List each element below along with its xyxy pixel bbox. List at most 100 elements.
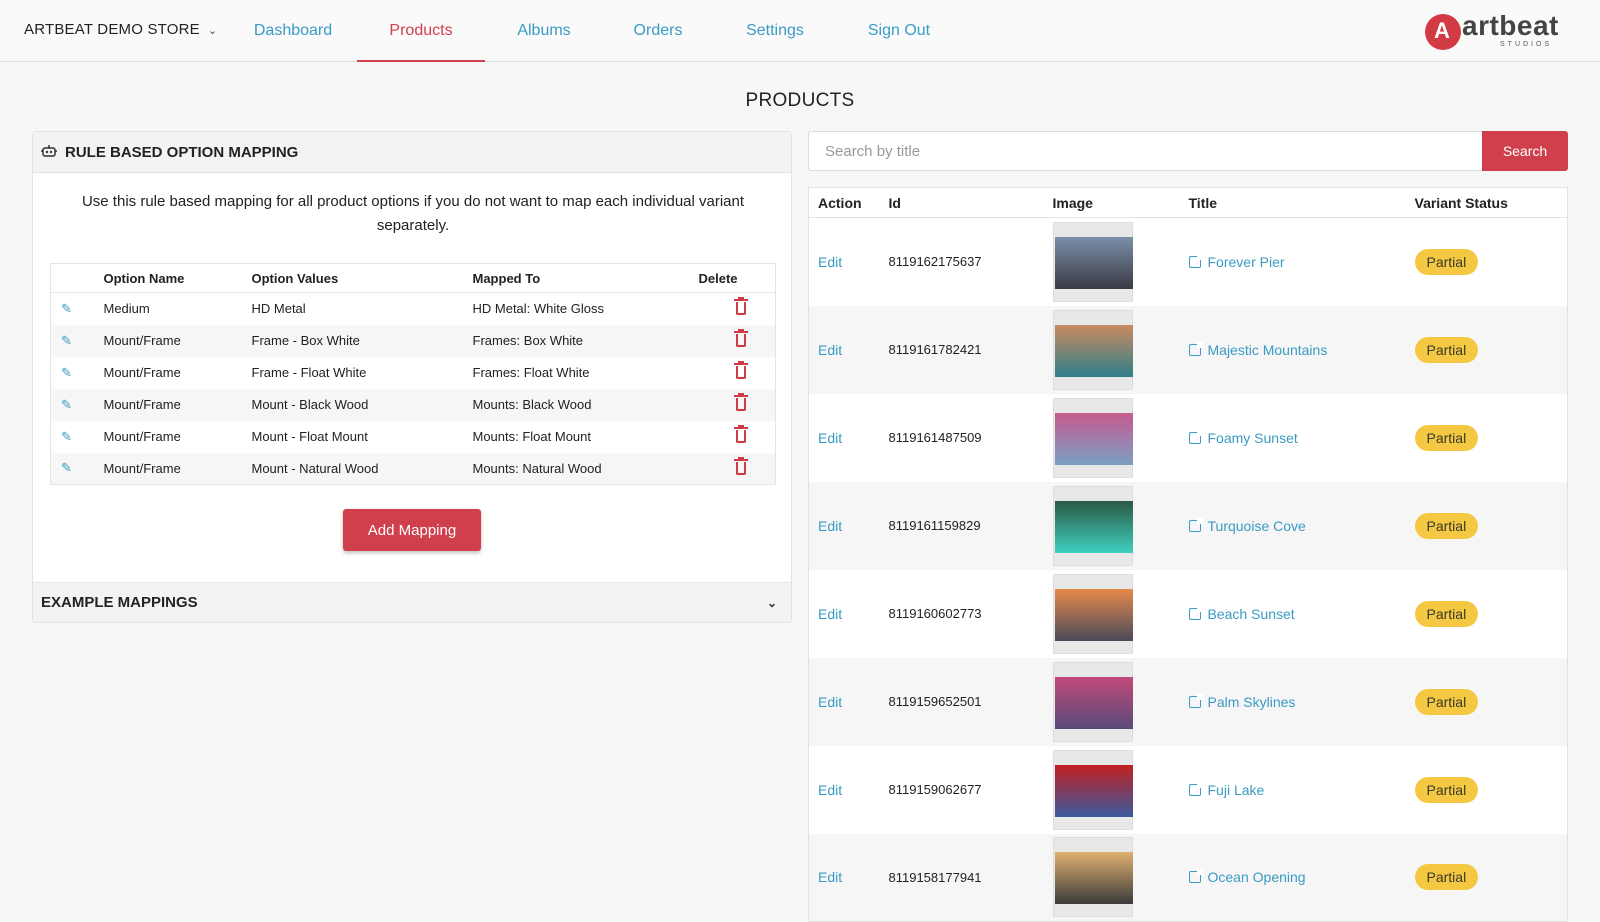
tab-sign-out[interactable]: Sign Out bbox=[858, 0, 940, 62]
product-title-link[interactable]: Ocean Opening bbox=[1188, 869, 1306, 886]
edit-link[interactable]: Edit bbox=[809, 342, 842, 358]
logo-subtext: STUDIOS bbox=[1500, 41, 1553, 48]
option-name: Mount/Frame bbox=[103, 365, 181, 380]
top-nav: ARTBEAT DEMO STORE ⌄ Dashboard Products A… bbox=[0, 0, 1600, 62]
products-header-row: Action Id Image Title Variant Status bbox=[808, 187, 1568, 218]
product-row: Edit 8119161487509 Foamy Sunset Partial bbox=[809, 394, 1568, 482]
product-thumbnail[interactable] bbox=[1052, 837, 1133, 918]
product-id: 8119161159829 bbox=[888, 481, 1053, 570]
trash-icon[interactable] bbox=[733, 329, 748, 348]
edit-link[interactable]: Edit bbox=[809, 518, 842, 534]
product-title-link[interactable]: Palm Skylines bbox=[1188, 693, 1296, 710]
product-title: Beach Sunset bbox=[1207, 605, 1295, 622]
external-link-icon bbox=[1188, 341, 1203, 356]
edit-link[interactable]: Edit bbox=[809, 430, 842, 446]
product-title-link[interactable]: Majestic Mountains bbox=[1188, 341, 1327, 358]
pencil-icon[interactable]: ✎ bbox=[51, 397, 72, 412]
add-mapping-button[interactable]: Add Mapping bbox=[343, 509, 481, 551]
mapped-to: Mounts: Black Wood bbox=[472, 388, 699, 421]
mapped-to: Mounts: Float Mount bbox=[472, 429, 592, 444]
pencil-icon[interactable]: ✎ bbox=[51, 429, 72, 444]
logo-text: artbeat bbox=[1462, 10, 1559, 41]
status-badge: Partial bbox=[1414, 600, 1479, 627]
edit-link[interactable]: Edit bbox=[809, 782, 842, 798]
tab-orders[interactable]: Orders bbox=[618, 0, 698, 62]
option-name: Mount/Frame bbox=[103, 388, 252, 421]
product-thumbnail[interactable] bbox=[1052, 309, 1133, 390]
option-name: Mount/Frame bbox=[103, 452, 252, 485]
trash-icon[interactable] bbox=[733, 425, 748, 444]
external-link-icon bbox=[1188, 869, 1203, 884]
tab-dashboard[interactable]: Dashboard bbox=[238, 0, 348, 62]
col-option-values: Option Values bbox=[251, 263, 473, 293]
option-value: Frame - Box White bbox=[251, 324, 473, 357]
edit-col-header bbox=[50, 263, 104, 293]
edit-link[interactable]: Edit bbox=[809, 254, 842, 270]
artbeat-logo: A artbeat STUDIOS bbox=[1425, 10, 1580, 52]
tab-products[interactable]: Products bbox=[357, 0, 485, 62]
tab-albums[interactable]: Albums bbox=[500, 0, 588, 62]
product-row: Edit 8119159652501 Palm Skylines Partial bbox=[808, 657, 1568, 746]
product-title-link[interactable]: Foamy Sunset bbox=[1188, 429, 1298, 446]
mapped-to: Mounts: Natural Wood bbox=[472, 452, 699, 485]
product-thumbnail[interactable] bbox=[1052, 397, 1133, 478]
example-mappings-accordion[interactable]: EXAMPLE MAPPINGS ⌄ bbox=[33, 582, 791, 622]
products-body: Edit 8119162175637 Forever Pier Partial Edit… bbox=[808, 218, 1568, 922]
mapping-row: ✎ Mount/Frame Frame - Float White Frames… bbox=[51, 357, 776, 389]
product-row: Edit 8119161159829 Turquoise Cove Partial bbox=[808, 481, 1568, 570]
search-button[interactable]: Search bbox=[1482, 131, 1568, 171]
products-table: Action Id Image Title Variant Status Edi… bbox=[808, 187, 1568, 922]
mapping-row: ✎ Mount/Frame Mount - Float Mount Mounts… bbox=[51, 421, 776, 453]
product-row: Edit 8119162175637 Forever Pier Partial bbox=[809, 218, 1568, 306]
product-thumbnail[interactable] bbox=[1052, 485, 1133, 566]
product-thumbnail[interactable] bbox=[1052, 749, 1133, 830]
mapping-row: ✎ Mount/Frame Mount - Natural Wood Mount… bbox=[50, 452, 776, 485]
trash-icon[interactable] bbox=[733, 361, 748, 380]
product-title-link[interactable]: Beach Sunset bbox=[1188, 605, 1295, 622]
product-thumbnail[interactable] bbox=[1052, 221, 1133, 302]
external-link-icon bbox=[1188, 517, 1203, 532]
option-value: Frame - Float White bbox=[251, 365, 367, 380]
product-row: Edit 8119159062677 Fuji Lake Partial bbox=[809, 746, 1568, 834]
col-delete: Delete bbox=[698, 263, 776, 293]
product-image bbox=[1054, 676, 1133, 729]
pencil-icon[interactable]: ✎ bbox=[51, 301, 72, 316]
option-value: Mount - Float Mount bbox=[251, 429, 368, 444]
product-row: Edit 8119158177941 Ocean Opening Partial bbox=[808, 833, 1568, 922]
trash-icon[interactable] bbox=[733, 456, 748, 476]
status-badge: Partial bbox=[1414, 248, 1479, 275]
option-value: Mount - Natural Wood bbox=[251, 452, 473, 485]
tab-settings[interactable]: Settings bbox=[735, 0, 815, 62]
status-badge: Partial bbox=[1414, 336, 1479, 363]
trash-icon[interactable] bbox=[733, 393, 748, 412]
product-title-link[interactable]: Turquoise Cove bbox=[1188, 517, 1306, 534]
mapping-table: Option Name Option Values Mapped To Dele… bbox=[50, 263, 776, 485]
robot-icon bbox=[41, 133, 57, 174]
store-name: ARTBEAT DEMO STORE bbox=[24, 21, 200, 38]
rule-mapping-title: RULE BASED OPTION MAPPING bbox=[65, 144, 299, 161]
pencil-icon[interactable]: ✎ bbox=[51, 333, 72, 348]
mapping-row: ✎ Medium HD Metal HD Metal: White Gloss bbox=[51, 293, 776, 325]
product-thumbnail[interactable] bbox=[1052, 573, 1133, 654]
product-thumbnail[interactable] bbox=[1052, 661, 1133, 742]
product-id: 8119160602773 bbox=[888, 606, 982, 621]
col-action: Action bbox=[808, 187, 889, 218]
product-title: Ocean Opening bbox=[1207, 869, 1306, 886]
product-id: 8119161782421 bbox=[888, 305, 1053, 394]
pencil-icon[interactable]: ✎ bbox=[51, 460, 72, 475]
edit-link[interactable]: Edit bbox=[809, 694, 842, 710]
store-selector[interactable]: ARTBEAT DEMO STORE ⌄ bbox=[24, 21, 217, 38]
search-input[interactable] bbox=[808, 131, 1483, 171]
edit-link[interactable]: Edit bbox=[809, 606, 842, 622]
chevron-down-icon: ⌄ bbox=[766, 596, 777, 610]
product-title: Palm Skylines bbox=[1207, 693, 1296, 710]
pencil-icon[interactable]: ✎ bbox=[51, 365, 72, 380]
trash-icon[interactable] bbox=[733, 297, 748, 316]
product-title-link[interactable]: Forever Pier bbox=[1188, 253, 1285, 270]
edit-link[interactable]: Edit bbox=[809, 869, 842, 885]
product-title-link[interactable]: Fuji Lake bbox=[1188, 781, 1264, 798]
option-value: HD Metal bbox=[251, 301, 306, 317]
product-image bbox=[1054, 852, 1133, 905]
product-title: Forever Pier bbox=[1207, 253, 1285, 270]
page-title: PRODUCTS bbox=[745, 90, 855, 111]
